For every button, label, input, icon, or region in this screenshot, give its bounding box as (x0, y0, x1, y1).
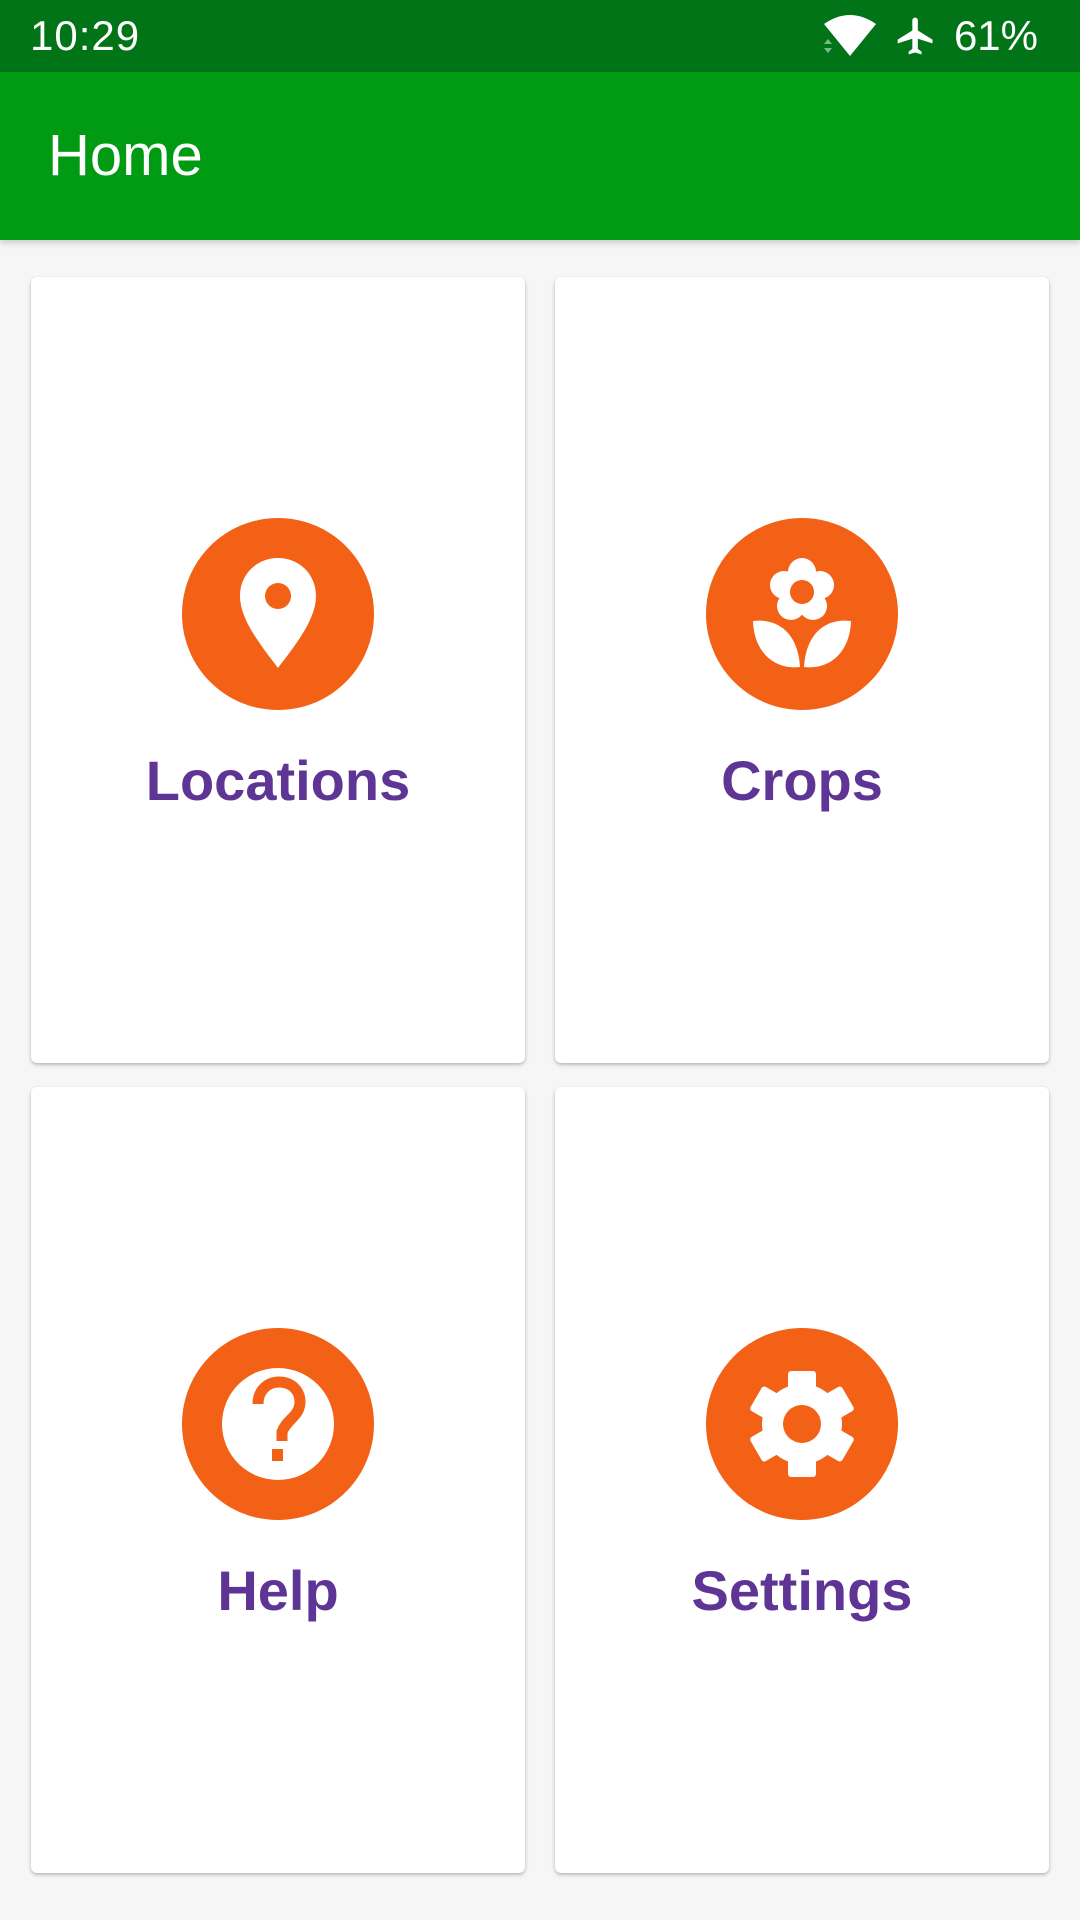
airplane-mode-icon (894, 14, 938, 58)
help-icon (182, 1328, 374, 1520)
tile-label: Help (217, 1559, 339, 1622)
tile-help[interactable]: Help (31, 1087, 525, 1873)
tile-label: Crops (721, 749, 883, 812)
tile-crops[interactable]: Crops (555, 277, 1049, 1063)
status-time: 10:29 (30, 12, 141, 59)
location-pin-icon (182, 518, 374, 710)
tile-label: Locations (145, 749, 411, 812)
gear-icon (706, 1328, 898, 1520)
status-bar: 10:29 61% (0, 0, 1080, 72)
flower-icon (706, 518, 898, 710)
tile-locations[interactable]: Locations (31, 277, 525, 1063)
status-icons: 61% (822, 10, 1038, 62)
app-bar: Home (0, 72, 1080, 240)
battery-percent: 61% (953, 12, 1038, 59)
page-title: Home (48, 123, 203, 188)
tile-settings[interactable]: Settings (555, 1087, 1049, 1873)
wifi-icon (822, 14, 878, 58)
tile-label: Settings (691, 1559, 913, 1622)
